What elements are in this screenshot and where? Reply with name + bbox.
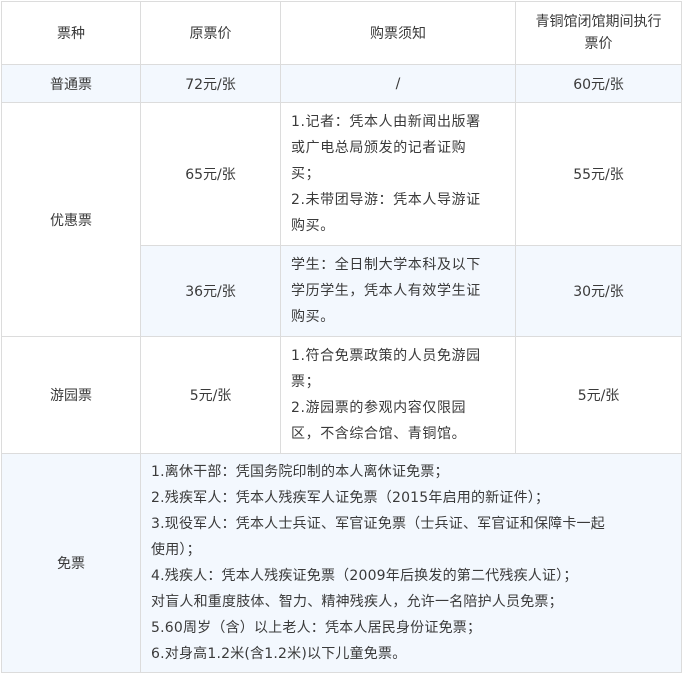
notice-line: 学历学生，凭本人有效学生证 <box>291 283 481 299</box>
free-conditions: 1.离休干部：凭国务院印制的本人离休证免票； 2.残疾军人：凭本人残疾军人证免票… <box>140 453 682 673</box>
header-row: 票种 原票价 购票须知 青铜馆闭馆期间执行 票价 <box>1 1 682 65</box>
free-line: 6.对身高1.2米(含1.2米)以下儿童免票。 <box>151 646 407 662</box>
header-closure-price: 青铜馆闭馆期间执行 票价 <box>515 1 682 65</box>
notice-line: 或广电总局颁发的记者证购 <box>291 140 467 156</box>
discount2-closure-price: 30元/张 <box>515 245 682 337</box>
discount1-original-price: 65元/张 <box>140 102 281 246</box>
header-closure-price-line: 青铜馆闭馆期间执行 <box>535 14 662 30</box>
row-regular: 普通票 72元/张 / 60元/张 <box>1 64 682 103</box>
regular-original-price: 72元/张 <box>140 64 281 103</box>
regular-type: 普通票 <box>1 64 141 103</box>
free-line: 3.现役军人：凭本人士兵证、军官证免票（士兵证、军官证和保障卡一起 <box>151 516 605 532</box>
garden-type: 游园票 <box>1 336 141 454</box>
discount1-closure-price: 55元/张 <box>515 102 682 246</box>
free-line: 对盲人和重度肢体、智力、精神残疾人，允许一名陪护人员免票； <box>151 594 563 610</box>
notice-line: 2.未带团导游：凭本人导游证 <box>291 192 481 208</box>
header-closure-price-line: 票价 <box>584 36 613 52</box>
header-purchase-notice: 购票须知 <box>280 1 516 65</box>
free-type: 免票 <box>1 453 141 673</box>
free-line: 5.60周岁（含）以上老人：凭本人居民身份证免票； <box>151 620 482 636</box>
regular-notice: / <box>280 64 516 103</box>
row-garden: 游园票 5元/张 1.符合免票政策的人员免游园 票； 2.游园票的参观内容仅限园… <box>1 336 682 454</box>
notice-line: 1.符合免票政策的人员免游园 <box>291 348 481 364</box>
discount2-notice: 学生：全日制大学本科及以下 学历学生，凭本人有效学生证 购买。 <box>280 245 516 337</box>
discount2-original-price: 36元/张 <box>140 245 281 337</box>
notice-line: 买； <box>291 166 321 182</box>
free-line: 4.残疾人：凭本人残疾证免票（2009年后换发的第二代残疾人证）； <box>151 568 578 584</box>
notice-line: 区，不含综合馆、青铜馆。 <box>291 426 467 442</box>
header-ticket-type: 票种 <box>1 1 141 65</box>
discount-type: 优惠票 <box>1 102 141 337</box>
notice-line: 2.游园票的参观内容仅限园 <box>291 400 467 416</box>
notice-line: 1.记者：凭本人由新闻出版署 <box>291 114 481 130</box>
notice-line: 票； <box>291 374 321 390</box>
row-discount-1: 优惠票 65元/张 1.记者：凭本人由新闻出版署 或广电总局颁发的记者证购 买；… <box>1 102 682 337</box>
header-original-price: 原票价 <box>140 1 281 65</box>
discount1-notice: 1.记者：凭本人由新闻出版署 或广电总局颁发的记者证购 买； 2.未带团导游：凭… <box>280 102 516 246</box>
ticket-price-table: 票种 原票价 购票须知 青铜馆闭馆期间执行 票价 普通票 72元/张 / 60元… <box>1 1 682 673</box>
notice-line: 购买。 <box>291 309 335 325</box>
garden-original-price: 5元/张 <box>140 336 281 454</box>
regular-closure-price: 60元/张 <box>515 64 682 103</box>
row-free: 免票 1.离休干部：凭国务院印制的本人离休证免票； 2.残疾军人：凭本人残疾军人… <box>1 453 682 673</box>
notice-line: 学生：全日制大学本科及以下 <box>291 257 481 273</box>
garden-closure-price: 5元/张 <box>515 336 682 454</box>
garden-notice: 1.符合免票政策的人员免游园 票； 2.游园票的参观内容仅限园 区，不含综合馆、… <box>280 336 516 454</box>
notice-line: 购买。 <box>291 218 335 234</box>
free-line: 1.离休干部：凭国务院印制的本人离休证免票； <box>151 464 449 480</box>
free-line: 2.残疾军人：凭本人残疾军人证免票（2015年启用的新证件）； <box>151 490 550 506</box>
free-line: 使用）； <box>151 542 201 558</box>
